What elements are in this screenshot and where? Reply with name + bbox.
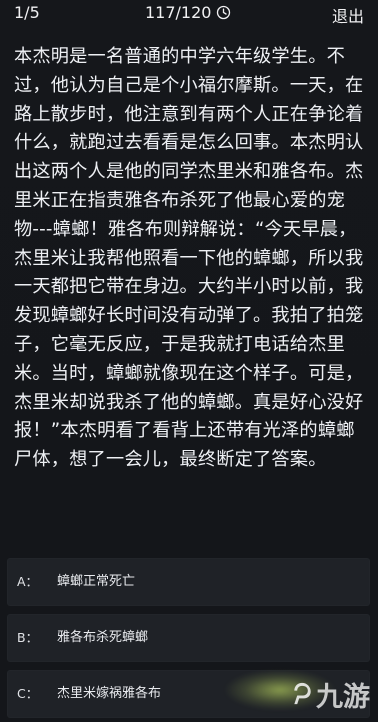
option-letter: A： [17, 574, 39, 589]
option-text: 雅各布杀死蟑螂 [57, 630, 149, 645]
option-a[interactable]: A： 蟑螂正常死亡 [7, 558, 370, 606]
watermark-text: 九游 [316, 682, 370, 712]
story-text: 本杰明是一名普通的中学六年级学生。不过，他认为自己是个小福尔摩斯。一天，在路上散… [14, 46, 364, 471]
option-letter: C： [17, 686, 39, 701]
exit-button[interactable]: 退出 [332, 3, 364, 27]
option-letter: B： [17, 630, 39, 645]
top-bar: 1/5 117/120 退出 [0, 0, 378, 30]
option-text: 杰里米嫁祸雅各布 [57, 686, 162, 701]
question-progress: 1/5 [14, 3, 40, 22]
clock-icon [217, 5, 231, 20]
option-b[interactable]: B： 雅各布杀死蟑螂 [7, 614, 370, 662]
game-screen: 1/5 117/120 退出 本杰明是一名普通的中学六年级学生。不过，他认为自己… [0, 0, 378, 722]
jiuyou-logo-icon [294, 682, 311, 705]
watermark: 九游 [292, 675, 370, 714]
time-count: 117/120 [145, 3, 212, 22]
option-text: 蟑螂正常死亡 [57, 574, 136, 589]
timer-counter: 117/120 [145, 3, 231, 22]
